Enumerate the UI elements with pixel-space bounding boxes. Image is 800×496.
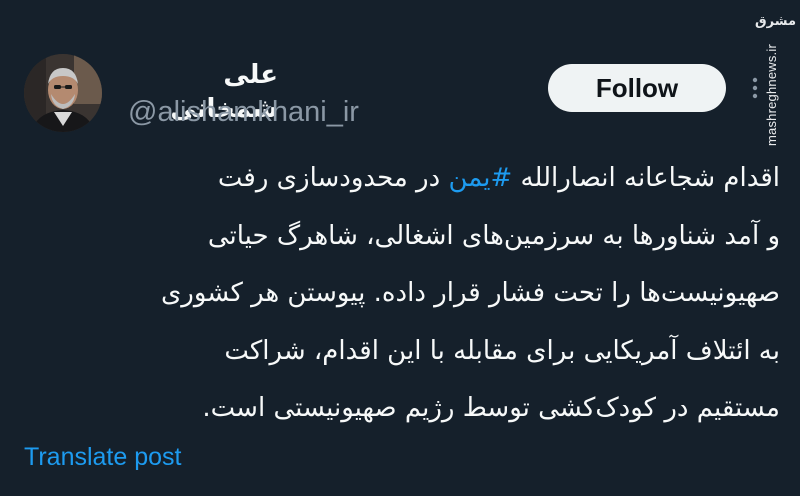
follow-button[interactable]: Follow (548, 64, 726, 112)
watermark-logo: مشرق (755, 14, 796, 29)
author-handle[interactable]: @alishamkhani_ir (128, 94, 359, 130)
watermark: مشرق mashreghnews.ir (755, 10, 800, 146)
tweet-text: اقدام شجاعانه انصارالله #یمن در محدودساز… (40, 150, 780, 438)
tweet-text-segment: اقدام شجاعانه انصارالله (512, 163, 780, 193)
tweet-line-5: مستقیم در کودک‌کشی توسط رژیم صهیونیستی ا… (202, 393, 780, 423)
tweet-line-3: صهیونیست‌ها را تحت فشار قرار داده. پیوست… (160, 278, 780, 308)
avatar[interactable] (24, 54, 102, 132)
watermark-site: mashreghnews.ir (764, 44, 779, 146)
tweet-line-2: و آمد شناورها به سرزمین‌های اشغالی، شاهر… (207, 220, 780, 251)
tweet-line-1: اقدام شجاعانه انصارالله #یمن در محدودساز… (40, 150, 780, 208)
profile-photo (24, 54, 102, 132)
translate-post-link[interactable]: Translate post (24, 440, 181, 474)
tweet-line-4: به ائتلاف آمریکایی برای مقابله با این اق… (224, 335, 780, 366)
hashtag-link[interactable]: #یمن (448, 163, 512, 193)
tweet-text-segment: در محدودسازی رفت (217, 163, 449, 193)
